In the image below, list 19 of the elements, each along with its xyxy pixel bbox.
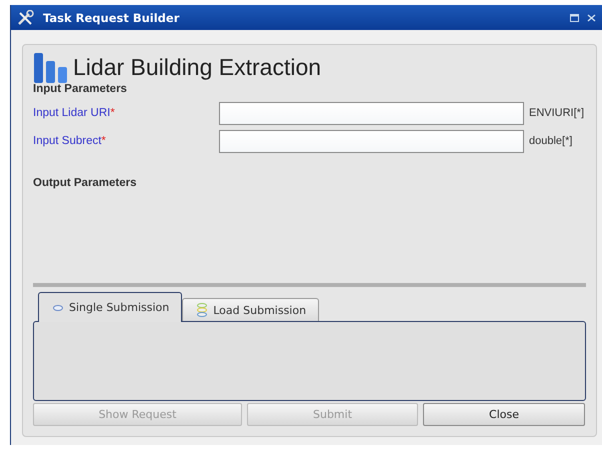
bar-chart-icon bbox=[33, 51, 69, 83]
parameter-type: ENVIURI[*] bbox=[529, 107, 584, 119]
dialog-button[interactable]: Close bbox=[423, 403, 585, 426]
tab[interactable]: Single Submission bbox=[38, 292, 182, 322]
tab[interactable]: Load Submission bbox=[182, 298, 320, 321]
disc-icon bbox=[53, 304, 63, 310]
parameter-label: Input Subrect* bbox=[33, 135, 107, 147]
window-title: Task Request Builder bbox=[43, 10, 180, 24]
section-heading: Input Parameters bbox=[33, 83, 128, 95]
input-field[interactable] bbox=[219, 130, 524, 152]
tools-icon bbox=[17, 10, 35, 26]
maximize-icon[interactable] bbox=[570, 14, 579, 22]
input-field[interactable] bbox=[219, 102, 524, 124]
task-title: Lidar Building Extraction bbox=[73, 54, 322, 80]
database-icon bbox=[197, 303, 208, 317]
section-heading: Output Parameters bbox=[33, 177, 138, 189]
close-icon[interactable] bbox=[587, 14, 596, 22]
parameter-label: Input Lidar URI* bbox=[33, 107, 116, 119]
parameter-type: double[*] bbox=[529, 135, 572, 147]
